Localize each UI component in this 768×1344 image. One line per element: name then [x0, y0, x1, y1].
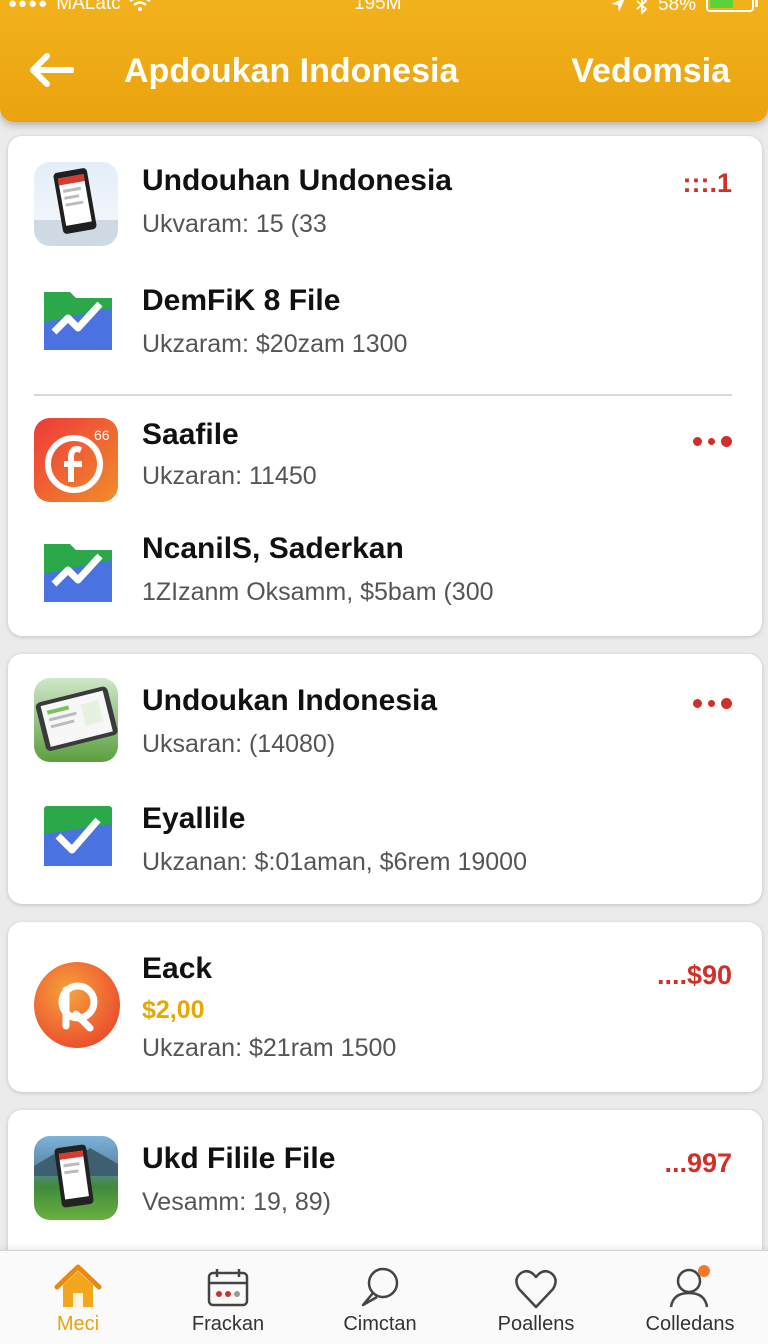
landscape-phone-icon	[34, 1136, 118, 1220]
item-size: Vesamm: 19, 89)	[142, 1188, 331, 1216]
more-dots-icon[interactable]	[693, 436, 732, 447]
status-bar: ●●●● MALatc 195M 58%	[0, 0, 768, 20]
item-size: 1ZIzanm Oksamm, $5bam (300	[142, 578, 494, 606]
item-price-badge: ...997	[664, 1148, 732, 1178]
chat-bubble-icon	[361, 1267, 399, 1307]
battery-icon	[706, 0, 758, 12]
item-price: $2,00	[142, 996, 205, 1024]
home-icon	[54, 1264, 102, 1307]
profile-icon	[669, 1265, 710, 1308]
more-dots-icon[interactable]	[693, 698, 732, 709]
item-size: Uksaran: (14080)	[142, 730, 336, 758]
item-size: Ukvaram: 15 (33	[142, 210, 327, 238]
item-price-badge: ....$90	[656, 960, 732, 990]
tablet-app-icon	[34, 678, 118, 762]
tab-profile[interactable]: Colledans	[620, 1251, 760, 1344]
item-title: Undoukan Indonesia	[142, 684, 438, 717]
download-card: Undoukan Indonesia Uksaran: (14080) Eyal…	[8, 654, 762, 904]
tab-label: Cimctan	[343, 1313, 417, 1335]
app-screen: ●●●● MALatc 195M 58% Apdoukan Indonesia …	[0, 0, 768, 1344]
tab-label: Colledans	[645, 1313, 735, 1335]
item-size: Ukzanan: $:01aman, $6rem 19000	[142, 848, 527, 876]
list-item[interactable]: Undouhan Undonesia Ukvaram: 15 (33 :::.1…	[8, 136, 762, 396]
green-chart-folder-icon	[40, 282, 116, 358]
item-size: Ukzaram: $20zam 1300	[142, 330, 408, 358]
tab-favorites[interactable]: Poallens	[466, 1251, 606, 1344]
page-title: Apdoukan Indonesia	[124, 52, 459, 90]
wifi-icon	[128, 0, 151, 11]
green-check-folder-icon	[42, 804, 114, 868]
svg-text:66: 66	[94, 427, 110, 443]
battery-level-fill	[710, 0, 733, 8]
red-f-app-icon: 66	[34, 418, 118, 502]
item-size: Ukzaran: 11450	[142, 462, 317, 490]
bluetooth-icon	[636, 0, 648, 14]
item-title: Saafile	[142, 418, 239, 451]
phone-app-icon	[34, 162, 118, 246]
tab-chat[interactable]: Cimctan	[310, 1251, 450, 1344]
item-title: Eack	[142, 952, 213, 985]
header-right-label[interactable]: Vedomsia	[571, 52, 730, 91]
item-title: DemFiK 8 File	[142, 284, 341, 317]
green-chart-folder-icon	[40, 534, 116, 610]
tab-label: Meci	[56, 1313, 100, 1335]
tab-home[interactable]: Meci	[8, 1251, 148, 1344]
bottom-tab-bar: Meci Frackan Cimctan Poallens Colledans	[0, 1250, 768, 1344]
item-status-badge: :::.1	[682, 168, 733, 198]
item-title: Eyallile	[142, 802, 246, 835]
item-title: NcanilS, Saderkan	[142, 532, 404, 565]
red-r-app-icon	[34, 962, 120, 1048]
download-card: Undouhan Undonesia Ukvaram: 15 (33 :::.1…	[8, 136, 762, 636]
tab-calendar[interactable]: Frackan	[158, 1251, 298, 1344]
carrier-label: MALatc	[56, 0, 121, 14]
battery-percent: 58%	[657, 0, 696, 15]
item-title: Undouhan Undonesia	[142, 164, 452, 197]
app-header: ●●●● MALatc 195M 58% Apdoukan Indonesia …	[0, 0, 768, 122]
item-title: Ukd Filile File	[142, 1142, 336, 1175]
list-item[interactable]: Eack $2,00 Ukzaran: $21ram 1500 ....$90	[8, 922, 762, 1092]
tab-label: Frackan	[191, 1313, 265, 1335]
heart-icon	[515, 1269, 557, 1309]
calendar-icon	[207, 1269, 249, 1307]
list-item[interactable]: 66 Saafile Ukzaran: 11450 NcanilS, Sader…	[8, 396, 762, 636]
back-button[interactable]	[26, 48, 76, 92]
signal-dots-icon: ●●●●	[8, 0, 49, 12]
download-card: Eack $2,00 Ukzaran: $21ram 1500 ....$90	[8, 922, 762, 1092]
tab-label: Poallens	[497, 1313, 575, 1335]
status-time: 195M	[354, 0, 402, 14]
item-size: Ukzaran: $21ram 1500	[142, 1034, 397, 1062]
list-item[interactable]: Undoukan Indonesia Uksaran: (14080) Eyal…	[8, 654, 762, 904]
back-arrow-icon	[30, 53, 74, 87]
location-arrow-icon	[610, 0, 625, 12]
